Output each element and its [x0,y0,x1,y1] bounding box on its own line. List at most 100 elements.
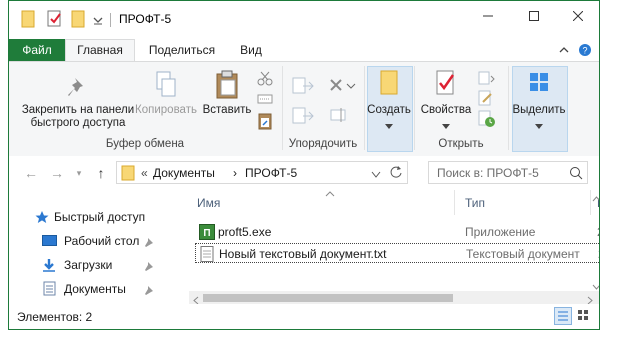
refresh-icon[interactable] [389,165,403,182]
properties-button[interactable]: Свойства [417,68,475,134]
scroll-thumb[interactable] [203,294,453,302]
navigation-bar: ← → ▾ ↑ « Документы › ПРОФТ-5 Поиск в: П… [9,156,599,190]
minimize-icon [483,10,493,24]
properties-icon[interactable] [47,10,63,28]
breadcrumb-documents[interactable]: Документы [153,166,215,180]
nav-item-label: Рабочий стол [64,234,140,248]
up-arrow-icon[interactable]: ↑ [93,165,109,181]
search-input[interactable]: Поиск в: ПРОФТ-5 [437,166,539,180]
svg-text:П: П [203,228,210,239]
file-name: Новый текстовый документ.txt [219,247,387,261]
nav-item-label: Документы [64,282,126,296]
desktop-icon [42,235,57,250]
exe-icon: П [199,224,215,243]
document-icon [43,281,56,299]
chevron-down-icon [367,121,411,134]
column-header-type[interactable]: Тип [465,196,485,210]
breadcrumb-current[interactable]: ПРОФТ-5 [245,166,297,180]
move-to-icon[interactable] [291,76,315,99]
select-button[interactable]: Выделить [512,68,566,134]
paste-button[interactable]: Вставить [201,70,253,117]
nav-item-quick-access[interactable]: Быстрый доступ [9,206,160,228]
breadcrumb-overflow[interactable]: « [141,166,148,180]
minimize-button[interactable] [465,1,511,33]
breadcrumb-separator: › [233,166,237,180]
maximize-button[interactable] [511,1,557,33]
create-button[interactable]: Создать [367,68,411,134]
vertical-scrollbar[interactable] [592,190,599,290]
chevron-down-icon [417,121,475,134]
select-all-icon [512,68,566,104]
delete-icon[interactable] [329,78,357,97]
sort-ascending-icon [325,186,335,200]
properties-label: Свойства [420,104,472,116]
pin-icon [145,260,154,274]
nav-item-label: Загрузки [64,258,113,272]
recent-locations-icon[interactable]: ▾ [71,165,87,181]
txt-icon [200,246,214,265]
item-count: Элементов: 2 [17,310,93,324]
chevron-down-icon [512,121,566,134]
pin-icon [145,236,154,250]
pin-icon [145,284,154,298]
screen: { "window": { "title": "ПРОФТ-5", "minim… [0,0,617,341]
search-box[interactable]: Поиск в: ПРОФТ-5 [428,161,588,184]
file-name: proft5.exe [218,225,272,239]
tab-file[interactable]: Файл [9,39,65,61]
download-icon [42,258,56,275]
column-divider[interactable] [454,190,455,215]
help-icon[interactable]: ? [578,43,592,57]
file-row[interactable]: П proft5.exe Приложение 2 [195,222,599,243]
close-button[interactable] [555,1,599,33]
title-separator [110,13,111,27]
column-divider[interactable] [590,190,591,215]
open-icon[interactable] [478,70,496,89]
edit-icon[interactable] [478,90,494,109]
explorer-window: ПРОФТ-5 Файл Главная Поделиться Вид ? За [8,0,600,330]
properties-large-icon [417,68,475,104]
copy-to-icon[interactable] [291,106,315,129]
address-dropdown-icon[interactable] [371,168,381,182]
new-folder-large-icon [367,68,411,104]
pin-quick-access-button[interactable]: Закрепить на панели быстрого доступа [15,76,141,130]
scroll-up-icon[interactable] [592,192,599,206]
organize-group-label: Упорядочить [288,138,358,150]
copy-path-icon[interactable] [257,92,273,109]
nav-item-documents[interactable]: Документы [9,278,160,300]
title-bar: ПРОФТ-5 [9,1,599,39]
window-title: ПРОФТ-5 [119,12,172,26]
file-row[interactable]: Новый текстовый документ.txt Текстовый д… [195,243,599,265]
collapse-ribbon-icon[interactable] [557,43,571,57]
back-arrow-icon[interactable]: ← [23,165,39,181]
maximize-icon [529,10,539,24]
status-bar: Элементов: 2 [9,304,599,329]
nav-item-desktop[interactable]: Рабочий стол [9,230,160,252]
tab-view[interactable]: Вид [231,39,271,61]
nav-item-label: Быстрый доступ [54,210,146,224]
forward-arrow-icon[interactable]: → [49,165,65,181]
large-icons-view-icon[interactable] [575,307,593,325]
create-label: Создать [367,104,411,116]
search-icon[interactable] [569,166,583,183]
horizontal-scrollbar[interactable] [189,291,599,305]
paste-icon [201,70,253,104]
file-type: Текстовый документ [466,247,580,261]
quick-access-dropdown-icon[interactable] [93,14,103,32]
navigation-pane: Быстрый доступ Рабочий стол Загрузки Док… [9,190,160,304]
history-icon[interactable] [478,110,496,131]
nav-item-downloads[interactable]: Загрузки [9,254,160,276]
clipboard-group-label: Буфер обмена [105,138,185,150]
tab-share[interactable]: Поделиться [139,39,225,61]
new-folder-icon[interactable] [71,10,85,28]
open-group-label: Открыть [438,138,484,150]
rename-icon[interactable] [329,106,349,127]
cut-icon[interactable] [257,70,273,89]
tab-home[interactable]: Главная [65,39,135,62]
copy-button[interactable]: Копировать [135,70,197,117]
group-separator [364,66,365,150]
pin-icon [15,76,141,104]
paste-shortcut-icon[interactable] [257,112,273,133]
column-header-name[interactable]: Имя [197,196,220,210]
address-bar[interactable]: « Документы › ПРОФТ-5 [116,161,408,184]
details-view-icon[interactable] [554,307,572,325]
